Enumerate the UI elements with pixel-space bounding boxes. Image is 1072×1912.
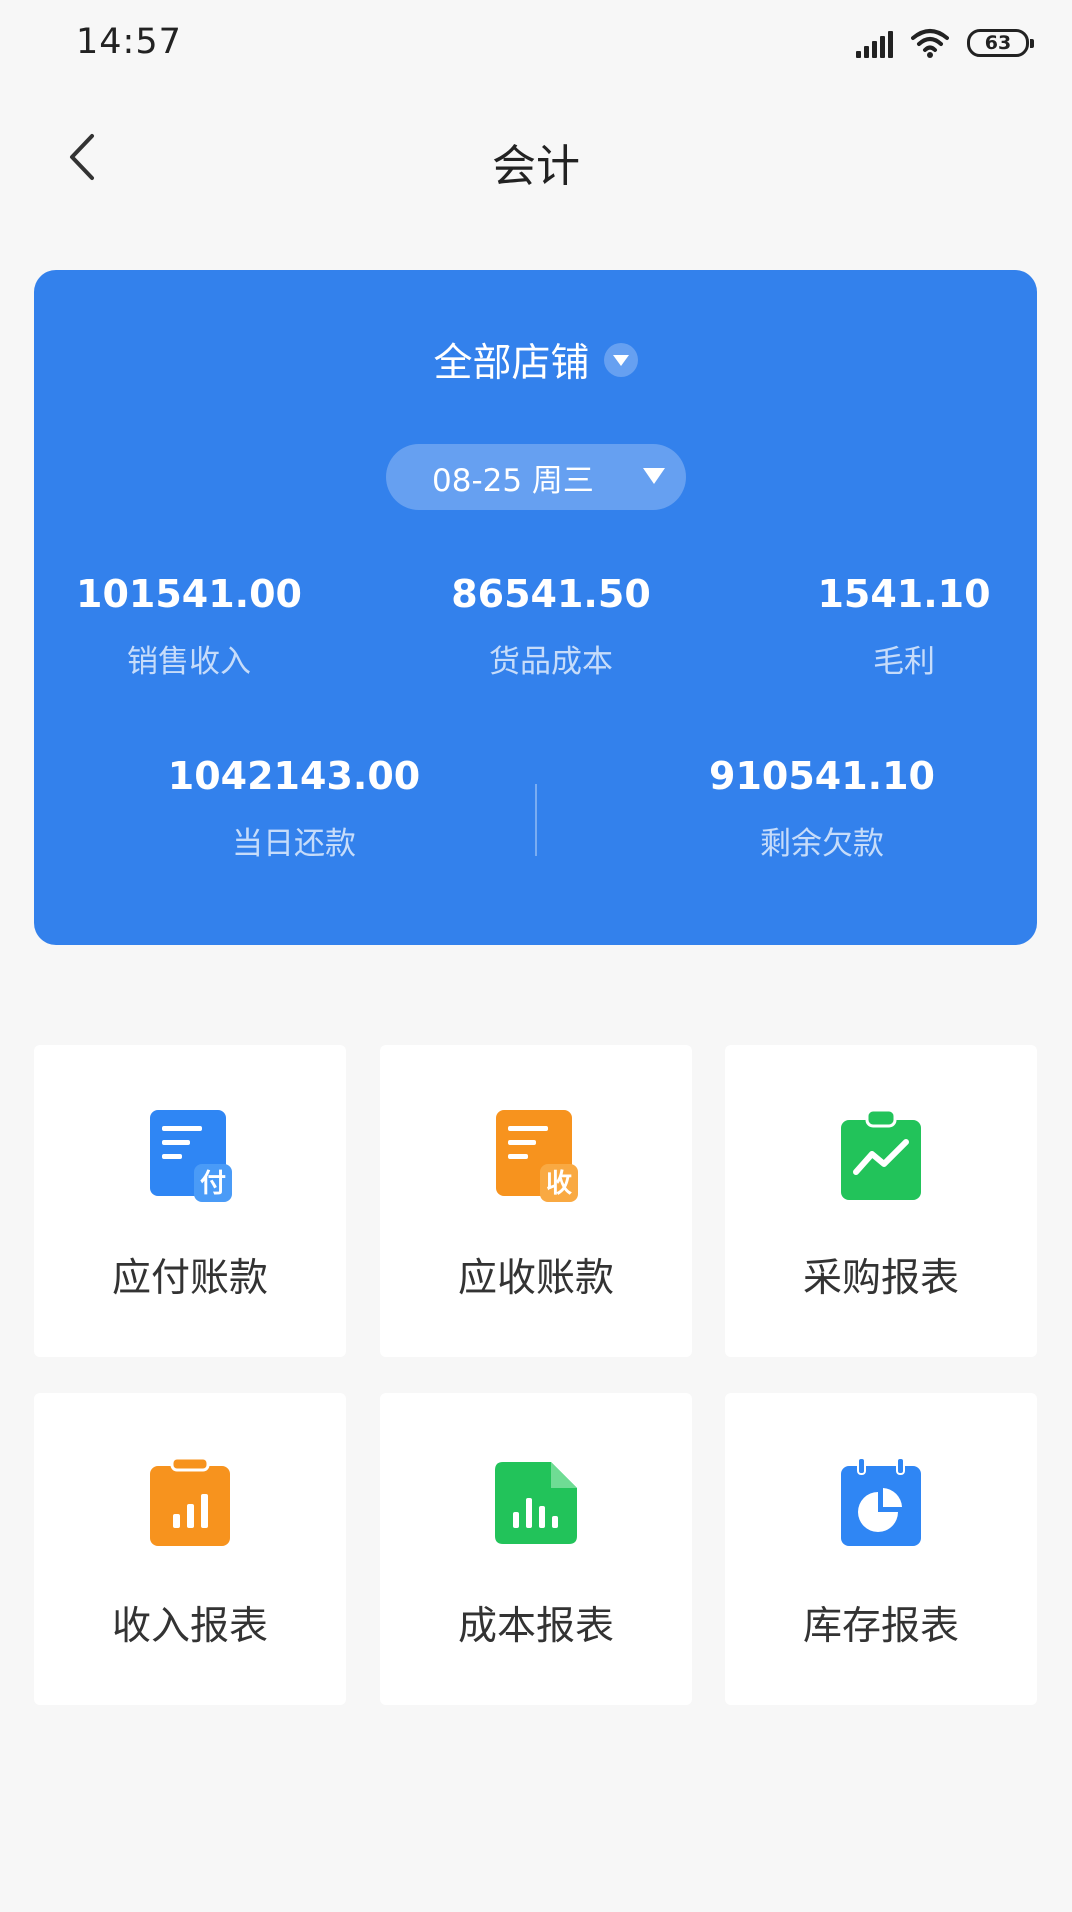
metric-value: 910541.10	[672, 754, 972, 798]
date-selector[interactable]: 08-25 周三	[386, 444, 686, 510]
store-selector[interactable]: 全部店铺	[34, 332, 1037, 388]
battery-level: 63	[985, 32, 1011, 54]
metric-goods-cost: 86541.50 货品成本	[426, 572, 676, 681]
tile-label: 应付账款	[112, 1247, 268, 1303]
metric-gross-profit: 1541.10 毛利	[804, 572, 1004, 681]
tile-icon-badge: 收	[546, 1169, 572, 1199]
status-icons: 63	[856, 28, 1029, 58]
wifi-icon	[911, 28, 949, 58]
accounting-page: 14:57 63 会计 全部店铺	[0, 0, 1072, 1912]
menu-accounts-receivable[interactable]: 收 应收账款	[380, 1045, 692, 1357]
metric-daily-repayment: 1042143.00 当日还款	[144, 754, 444, 863]
tile-label: 库存报表	[803, 1595, 959, 1651]
income-bar-chart-icon	[145, 1453, 235, 1553]
caret-down-icon	[604, 343, 638, 377]
status-time: 14:57	[76, 22, 182, 62]
menu-accounts-payable[interactable]: 付 应付账款	[34, 1045, 346, 1357]
cost-bar-chart-document-icon	[491, 1453, 581, 1553]
menu-inventory-report[interactable]: 库存报表	[725, 1393, 1037, 1705]
page-title: 会计	[0, 130, 1072, 194]
metric-label: 剩余欠款	[672, 818, 972, 863]
store-selector-label: 全部店铺	[433, 332, 589, 388]
tile-label: 应收账款	[458, 1247, 614, 1303]
menu-income-report[interactable]: 收入报表	[34, 1393, 346, 1705]
purchase-chart-clipboard-icon	[836, 1105, 926, 1205]
metric-value: 101541.00	[64, 572, 314, 616]
metric-label: 毛利	[804, 636, 1004, 681]
caret-down-icon	[642, 466, 666, 486]
tile-icon-badge: 付	[200, 1169, 226, 1199]
status-bar: 14:57 63	[0, 0, 1072, 90]
cellular-signal-icon	[856, 28, 893, 58]
battery-icon: 63	[967, 29, 1029, 57]
summary-card: 全部店铺 08-25 周三 101541.00 销售收入 86541.50 货品…	[34, 270, 1037, 945]
tile-label: 收入报表	[112, 1595, 268, 1651]
metric-label: 货品成本	[426, 636, 676, 681]
metric-divider	[535, 784, 537, 856]
tile-label: 成本报表	[458, 1595, 614, 1651]
metric-label: 销售收入	[64, 636, 314, 681]
inventory-pie-calendar-icon	[836, 1453, 926, 1553]
nav-bar: 会计	[0, 100, 1072, 215]
metric-remaining-debt: 910541.10 剩余欠款	[672, 754, 972, 863]
menu-purchase-report[interactable]: 采购报表	[725, 1045, 1037, 1357]
metric-sales-income: 101541.00 销售收入	[64, 572, 314, 681]
menu-cost-report[interactable]: 成本报表	[380, 1393, 692, 1705]
tile-label: 采购报表	[803, 1247, 959, 1303]
date-selector-label: 08-25 周三	[432, 455, 594, 500]
metric-label: 当日还款	[144, 818, 444, 863]
metric-value: 86541.50	[426, 572, 676, 616]
payable-document-icon: 付	[145, 1105, 235, 1205]
metric-value: 1042143.00	[144, 754, 444, 798]
receivable-document-icon: 收	[491, 1105, 581, 1205]
metric-value: 1541.10	[804, 572, 1004, 616]
